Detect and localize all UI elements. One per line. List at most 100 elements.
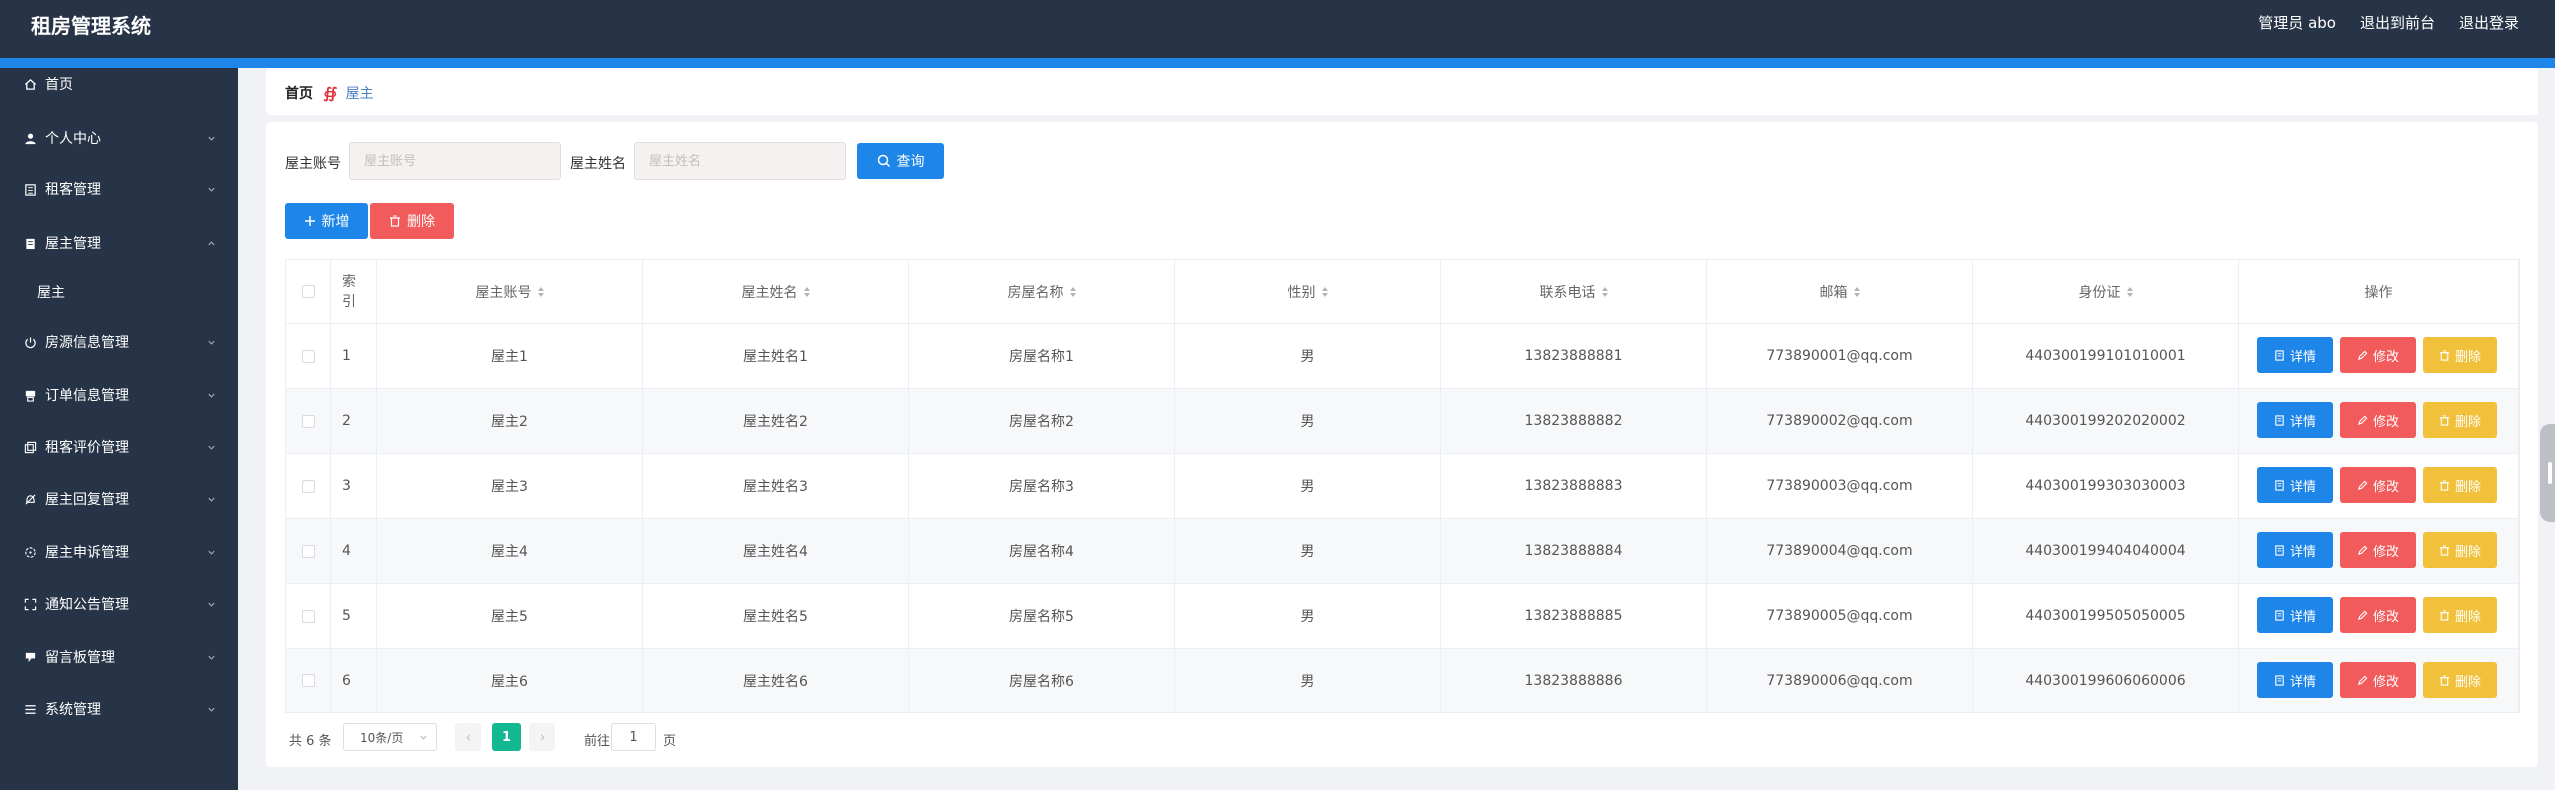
delete-button[interactable]: 删除 — [2423, 532, 2497, 568]
detail-button[interactable]: 详情 — [2257, 337, 2333, 373]
account-search-input[interactable] — [349, 142, 561, 180]
owner-table: 索引 屋主账号 屋主姓名 房屋名称 性别 联系电话 邮箱 身份证 操作 1 屋主1 屋主姓名1 房屋名称… — [285, 259, 2520, 713]
row-checkbox[interactable] — [301, 544, 315, 558]
detail-label: 详情 — [2289, 479, 2316, 495]
detail-button[interactable]: 详情 — [2257, 662, 2333, 698]
edit-button[interactable]: 修改 — [2340, 662, 2416, 698]
edit-button[interactable]: 修改 — [2340, 402, 2416, 438]
table-row: 6 屋主6 屋主姓名6 房屋名称6 男 13823888886 773890006@qq.c… — [286, 649, 2519, 713]
batch-delete-button[interactable]: 删除 — [370, 203, 454, 239]
delete-label: 删除 — [2454, 674, 2481, 690]
sidebar-subitem-owner[interactable]: 屋主 — [0, 274, 238, 310]
main-card: 屋主账号 屋主姓名 查询 新增 删除 索引屋主账号屋主姓名房屋名称性别联系电话邮… — [266, 122, 2538, 767]
sidebar-item-7[interactable]: 租客评价管理 — [0, 429, 238, 465]
sidebar-item-10[interactable]: 通知公告管理 — [0, 586, 238, 622]
sort-caret-icon[interactable] — [1853, 286, 1860, 297]
add-button[interactable]: 新增 — [285, 203, 368, 239]
sidebar-item-1[interactable]: 首页 — [0, 66, 238, 102]
cell-value: 屋主6 — [491, 673, 528, 690]
goto-page-input[interactable] — [611, 723, 656, 751]
sort-caret-icon[interactable] — [1069, 286, 1076, 297]
page-number-current[interactable]: 1 — [492, 723, 521, 751]
sidebar-item-9[interactable]: 屋主申诉管理 — [0, 534, 238, 570]
delete-button[interactable]: 删除 — [2423, 337, 2497, 373]
detail-button[interactable]: 详情 — [2257, 597, 2333, 633]
trash-icon — [2439, 414, 2450, 426]
sidebar-item-11[interactable]: 留言板管理 — [0, 639, 238, 675]
logout-link[interactable]: 退出登录 — [2459, 12, 2519, 33]
document-icon — [2275, 544, 2284, 556]
table-cell: 773890003@qq.com — [1707, 454, 1973, 518]
edit-button[interactable]: 修改 — [2340, 467, 2416, 503]
delete-button[interactable]: 删除 — [2423, 597, 2497, 633]
table-cell: 440300199303030003 — [1973, 454, 2239, 518]
copy-icon — [22, 439, 38, 455]
cell-value: 屋主姓名3 — [743, 479, 808, 495]
table-cell: 3 — [331, 454, 377, 518]
sort-caret-icon[interactable] — [2126, 286, 2133, 297]
sort-caret-icon[interactable] — [803, 286, 810, 297]
cell-value: 屋主姓名6 — [743, 673, 808, 690]
column-header[interactable]: 性别 — [1175, 260, 1441, 323]
sidebar-item-12[interactable]: 系统管理 — [0, 691, 238, 727]
detail-label: 详情 — [2289, 609, 2316, 625]
sidebar-item-3[interactable]: 租客管理 — [0, 171, 238, 207]
chevron-down-icon — [206, 133, 216, 143]
page-size-select[interactable]: 10条/页 — [343, 723, 437, 751]
delete-button[interactable]: 删除 — [2423, 402, 2497, 438]
pencil-icon — [2357, 545, 2368, 555]
delete-button[interactable]: 删除 — [2423, 467, 2497, 503]
bell-off-icon — [22, 491, 38, 507]
sidebar-item-label: 租客评价管理 — [45, 440, 129, 456]
query-button[interactable]: 查询 — [857, 143, 944, 179]
row-checkbox[interactable] — [301, 674, 315, 687]
sort-caret-icon[interactable] — [1601, 286, 1608, 297]
table-cell: 773890002@qq.com — [1707, 389, 1973, 453]
trash-icon — [2439, 349, 2450, 361]
sidebar-item-8[interactable]: 屋主回复管理 — [0, 481, 238, 517]
detail-button[interactable]: 详情 — [2257, 467, 2333, 503]
edit-label: 修改 — [2372, 479, 2399, 495]
sort-caret-icon[interactable] — [1321, 286, 1328, 297]
row-checkbox[interactable] — [301, 609, 315, 623]
table-cell: 5 — [331, 584, 377, 648]
column-header[interactable]: 屋主姓名 — [643, 260, 909, 323]
column-header: 操作 — [2239, 260, 2519, 323]
sidebar-item-4[interactable]: 屋主管理 — [0, 225, 238, 261]
row-checkbox[interactable] — [301, 349, 315, 363]
search-icon — [877, 154, 890, 168]
cell-value: 13823888886 — [1524, 672, 1623, 689]
cell-value: 440300199505050005 — [2025, 608, 2186, 624]
column-header[interactable]: 房屋名称 — [909, 260, 1175, 323]
side-drawer-handle[interactable] — [2540, 424, 2555, 522]
breadcrumb-separator-icon: ∯ — [323, 84, 338, 102]
detail-button[interactable]: 详情 — [2257, 402, 2333, 438]
power-icon — [22, 334, 38, 350]
exit-to-front-link[interactable]: 退出到前台 — [2360, 12, 2435, 33]
sidebar-item-6[interactable]: 订单信息管理 — [0, 377, 238, 413]
next-page-button[interactable] — [529, 723, 555, 751]
delete-button[interactable]: 删除 — [2423, 662, 2497, 698]
edit-button[interactable]: 修改 — [2340, 597, 2416, 633]
table-cell: 4 — [331, 519, 377, 583]
sidebar-item-2[interactable]: 个人中心 — [0, 120, 238, 156]
sort-caret-icon[interactable] — [537, 286, 544, 297]
row-checkbox[interactable] — [301, 479, 315, 493]
select-all-checkbox[interactable] — [301, 285, 315, 298]
prev-page-button[interactable] — [455, 723, 481, 751]
row-checkbox[interactable] — [301, 414, 315, 428]
column-header[interactable]: 屋主账号 — [377, 260, 643, 323]
breadcrumb-home[interactable]: 首页 — [285, 83, 313, 103]
edit-button[interactable]: 修改 — [2340, 337, 2416, 373]
column-header[interactable]: 联系电话 — [1441, 260, 1707, 323]
edit-button[interactable]: 修改 — [2340, 532, 2416, 568]
detail-button[interactable]: 详情 — [2257, 532, 2333, 568]
name-search-input[interactable] — [634, 142, 846, 180]
column-header[interactable]: 身份证 — [1973, 260, 2239, 323]
top-bar: 租房管理系统 管理员 abo 退出到前台 退出登录 — [0, 0, 2555, 58]
table-cell: 房屋名称4 — [909, 519, 1175, 583]
column-header[interactable]: 邮箱 — [1707, 260, 1973, 323]
sidebar-item-5[interactable]: 房源信息管理 — [0, 324, 238, 360]
table-cell: 房屋名称1 — [909, 324, 1175, 388]
column-header: 索引 — [331, 260, 377, 323]
